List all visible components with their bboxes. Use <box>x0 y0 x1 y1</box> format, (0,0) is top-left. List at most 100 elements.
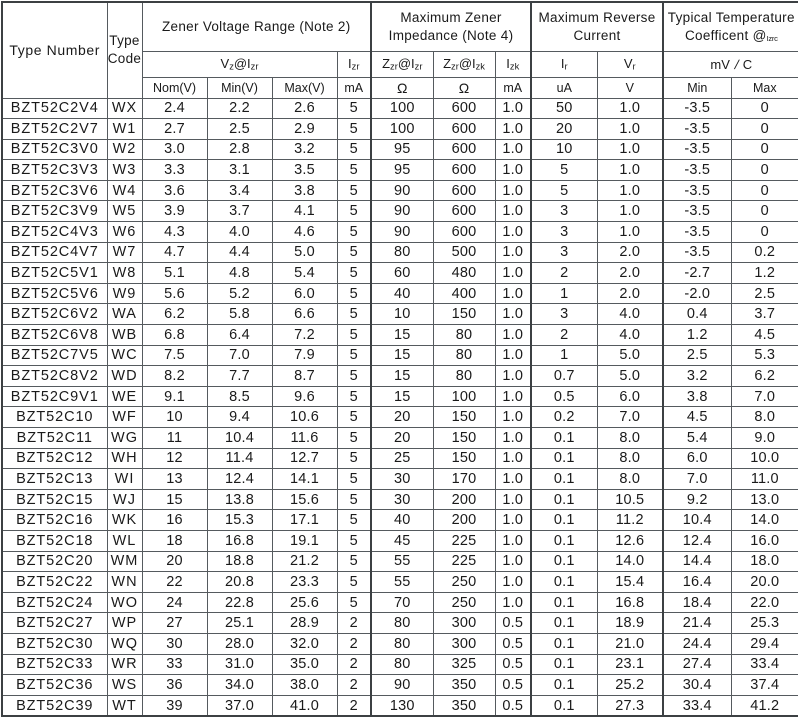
cell-type-code: WE <box>106 385 143 408</box>
cell-zzr-izr: 80 <box>370 241 434 264</box>
cell-zzr-izr: 15 <box>370 324 434 346</box>
symbol-izr-sub: zr <box>351 61 360 72</box>
cell-zzr-izk: 250 <box>432 591 496 614</box>
cell-zzr-izk: 225 <box>432 550 496 573</box>
cell-zzr-izk: 600 <box>432 200 496 223</box>
cell-vr: 14.0 <box>596 550 665 573</box>
cell-vz-nom: 9.1 <box>141 385 208 408</box>
table-row: BZT52C16 WK 16 15.3 17.1 5 40 200 1.0 0.1 11.2 10.4… <box>1 509 798 531</box>
cell-tc-max: 0 <box>730 97 798 120</box>
cell-izk: 1.0 <box>494 488 533 511</box>
cell-vr: 18.9 <box>596 612 665 634</box>
cell-tc-max: 10.0 <box>730 447 798 470</box>
cell-zzr-izk: 350 <box>432 694 496 717</box>
cell-type-number: BZT52C4V3 <box>1 221 108 243</box>
cell-type-number: BZT52C7V5 <box>1 344 108 367</box>
cell-tc-max: 0 <box>730 200 798 223</box>
cell-vz-max: 25.6 <box>271 591 338 614</box>
header-type-code: Type Code <box>106 1 143 99</box>
cell-vz-max: 5.4 <box>271 262 338 284</box>
cell-tc-max: 22.0 <box>730 591 798 614</box>
cell-tc-max: 0 <box>730 159 798 181</box>
cell-ir: 5 <box>530 159 598 181</box>
cell-izr: 5 <box>336 241 373 264</box>
table-row: BZT52C36 WS 36 34.0 38.0 2 90 350 0.5 0.1 25.2 30.4… <box>1 674 798 696</box>
cell-type-code: WJ <box>106 488 143 511</box>
cell-zzr-izr: 130 <box>370 694 434 717</box>
cell-tc-min: 27.4 <box>662 653 732 676</box>
cell-vr: 2.0 <box>596 241 665 264</box>
cell-izr: 5 <box>336 344 373 367</box>
cell-vz-max: 2.6 <box>271 97 338 120</box>
cell-tc-min: 4.5 <box>662 406 732 428</box>
cell-tc-min: 3.2 <box>662 365 732 387</box>
cell-vz-min: 3.7 <box>206 200 273 223</box>
cell-zzr-izk: 325 <box>432 653 496 676</box>
cell-type-number: BZT52C18 <box>1 529 108 552</box>
cell-type-code: W1 <box>106 118 143 140</box>
cell-vz-nom: 5.6 <box>141 282 208 305</box>
cell-type-number: BZT52C13 <box>1 468 108 490</box>
cell-type-number: BZT52C33 <box>1 653 108 676</box>
cell-izk: 1.0 <box>494 550 533 573</box>
header-unit-vr: V <box>596 76 665 99</box>
cell-zzr-izk: 80 <box>432 365 496 387</box>
cell-type-number: BZT52C36 <box>1 674 108 696</box>
header-unit-zzr-izr: Ω <box>370 76 434 99</box>
cell-izr: 5 <box>336 118 373 140</box>
table-row: BZT52C6V2WA6.25.86.65101501.034.00.43.75 <box>1 303 798 326</box>
cell-tc-min: 5.4 <box>662 427 732 449</box>
cell-vr: 5.0 <box>596 365 665 387</box>
cell-vr: 7.0 <box>596 406 665 428</box>
table-row: BZT52C2V7 W1 2.7 2.5 2.9 5 100 600 1.0 20 1.0 -3.5 0… <box>1 118 798 140</box>
table-row: BZT52C15 WJ 15 13.8 15.6 5 30 200 1.0 0.1 10.5 9.2 1… <box>1 488 798 511</box>
temp-units-suffix: C <box>742 56 753 72</box>
cell-tc-max: 6.2 <box>730 365 798 387</box>
cell-vz-nom: 13 <box>141 468 208 490</box>
table-row: BZT52C27 WP 27 25.1 28.9 2 80 300 0.5 0.1 18.9 21.4… <box>1 612 798 634</box>
cell-tc-min: 30.4 <box>662 674 732 696</box>
cell-tc-max: 41.2 <box>730 694 798 717</box>
header-symbol-vz-izr: Vz@Izr <box>141 50 338 78</box>
cell-izk: 1.0 <box>494 406 533 428</box>
cell-zzr-izr: 70 <box>370 591 434 614</box>
cell-type-code: W8 <box>106 262 143 284</box>
cell-tc-min: -3.5 <box>662 138 732 161</box>
cell-vr: 25.2 <box>596 674 665 696</box>
cell-tc-max: 20.0 <box>730 571 798 593</box>
cell-tc-max: 29.4 <box>730 632 798 655</box>
cell-vz-min: 4.4 <box>206 241 273 264</box>
cell-izk: 1.0 <box>494 509 533 531</box>
cell-type-number: BZT52C15 <box>1 488 108 511</box>
header-typical-temperature-coefficient: Typical Temperature Coefficent @Izrc <box>662 1 798 52</box>
cell-type-code: WF <box>106 406 143 428</box>
header-symbol-zzr-izk: Zzr@Izk <box>432 50 496 78</box>
cell-vz-nom: 6.8 <box>141 324 208 346</box>
cell-type-code: WD <box>106 365 143 387</box>
cell-ir: 0.2 <box>530 406 598 428</box>
cell-izk: 0.5 <box>494 653 533 676</box>
cell-vz-nom: 16 <box>141 509 208 531</box>
cell-type-code: WM <box>106 550 143 573</box>
cell-izk: 1.0 <box>494 365 533 387</box>
cell-zzr-izr: 15 <box>370 344 434 367</box>
cell-ir: 2 <box>530 324 598 346</box>
cell-izr: 5 <box>336 138 373 161</box>
cell-ir: 2 <box>530 262 598 284</box>
cell-ir: 50 <box>530 97 598 120</box>
header-maximum-zener-impedance: Maximum Zener Impedance (Note 4) <box>370 1 533 52</box>
cell-izr: 5 <box>336 406 373 428</box>
cell-tc-max: 16.0 <box>730 529 798 552</box>
cell-vz-max: 38.0 <box>271 674 338 696</box>
cell-izr: 5 <box>336 550 373 573</box>
cell-ir: 0.1 <box>530 550 598 573</box>
table-row: BZT52C12 WH 12 11.4 12.7 5 25 150 1.0 0.1 8.0 6.0 10… <box>1 447 798 470</box>
cell-vr: 8.0 <box>596 447 665 470</box>
cell-type-code: W5 <box>106 200 143 223</box>
cell-zzr-izr: 60 <box>370 262 434 284</box>
cell-vr: 2.0 <box>596 282 665 305</box>
cell-type-number: BZT52C9V1 <box>1 385 108 408</box>
table-row: BZT52C3V3W33.33.13.55956001.051.0-3.505 <box>1 159 798 181</box>
cell-zzr-izk: 480 <box>432 262 496 284</box>
cell-izr: 5 <box>336 488 373 511</box>
